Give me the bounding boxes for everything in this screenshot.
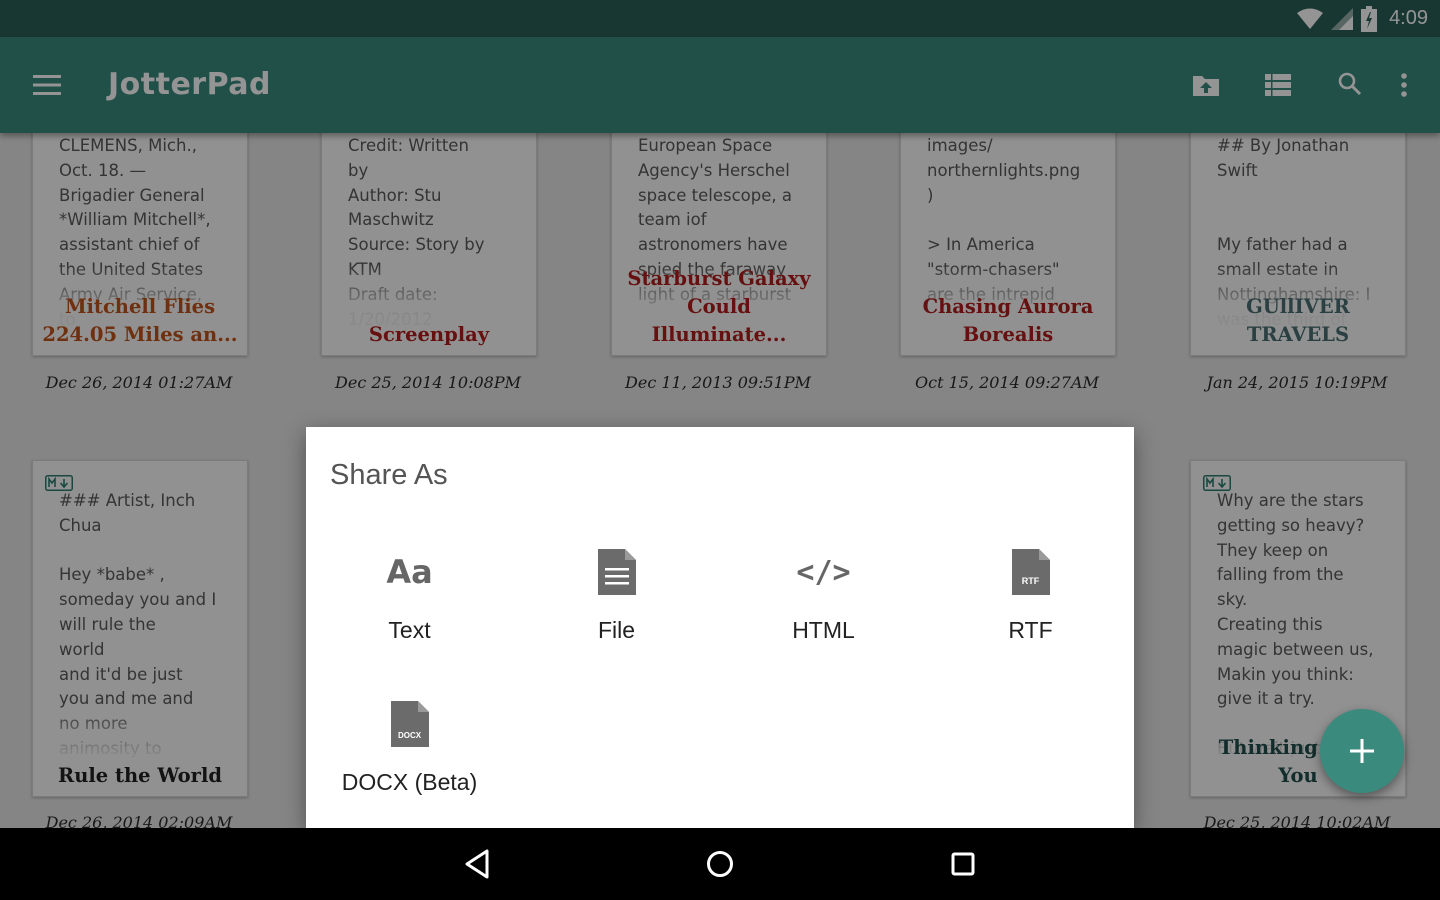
share-option-label: File bbox=[597, 617, 636, 643]
add-note-fab[interactable] bbox=[1320, 709, 1404, 793]
share-option-label: Text bbox=[388, 617, 431, 643]
share-option-label: DOCX (Beta) bbox=[341, 769, 478, 795]
share-as-dialog: Share As Aa Text File </> HTML RTF RTF D… bbox=[306, 427, 1134, 828]
back-icon[interactable] bbox=[460, 846, 496, 882]
docx-file-icon: DOCX bbox=[306, 689, 513, 759]
share-option-label: HTML bbox=[792, 617, 855, 643]
dialog-title: Share As bbox=[330, 459, 448, 491]
share-file-option[interactable]: File bbox=[513, 537, 720, 677]
rtf-file-icon: RTF bbox=[927, 537, 1134, 607]
code-glyph: </> bbox=[796, 554, 851, 590]
text-aa-icon: Aa bbox=[306, 537, 513, 607]
share-rtf-option[interactable]: RTF RTF bbox=[927, 537, 1134, 677]
docx-tag: DOCX bbox=[397, 731, 422, 740]
share-html-option[interactable]: </> HTML bbox=[720, 537, 927, 677]
navigation-bar bbox=[0, 828, 1440, 900]
share-text-option[interactable]: Aa Text bbox=[306, 537, 513, 677]
rtf-tag: RTF bbox=[1021, 576, 1040, 586]
share-docx-option[interactable]: DOCX DOCX (Beta) bbox=[306, 689, 513, 829]
file-icon bbox=[513, 537, 720, 607]
share-option-label: RTF bbox=[1008, 617, 1053, 643]
home-icon[interactable] bbox=[702, 846, 738, 882]
code-icon: </> bbox=[720, 537, 927, 607]
text-aa-glyph: Aa bbox=[386, 553, 433, 591]
recents-icon[interactable] bbox=[945, 846, 981, 882]
add-icon bbox=[1350, 739, 1374, 763]
